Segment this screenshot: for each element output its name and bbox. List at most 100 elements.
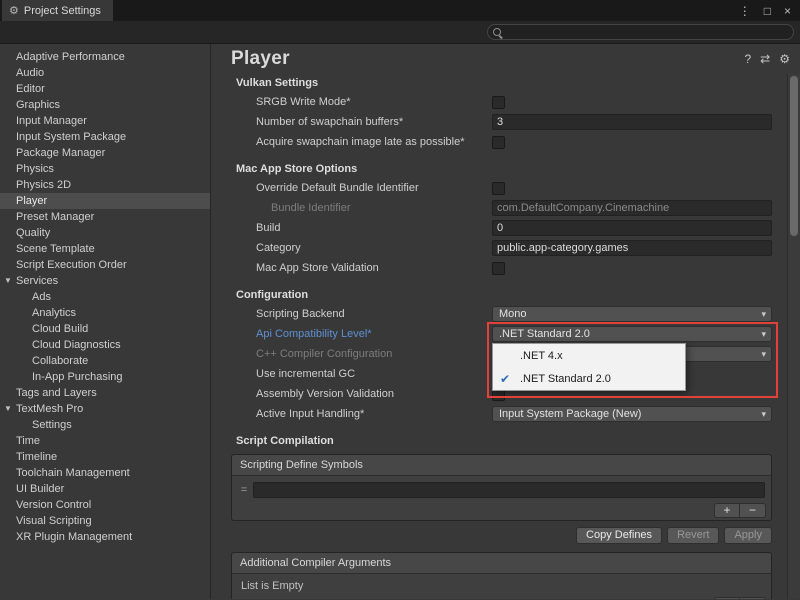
sidebar-item-adaptive-performance[interactable]: Adaptive Performance: [0, 49, 210, 65]
setting-label: Api Compatibility Level*: [256, 328, 492, 340]
sidebar-item-version-control[interactable]: Version Control: [0, 497, 210, 513]
preset-icon[interactable]: ⇄: [760, 52, 770, 66]
sidebar-item-cloud-diagnostics[interactable]: Cloud Diagnostics: [0, 337, 210, 353]
sidebar-item-ui-builder[interactable]: UI Builder: [0, 481, 210, 497]
setting-row-active-input-handling: Active Input Handling* Input System Pack…: [211, 404, 800, 424]
sidebar-item-graphics[interactable]: Graphics: [0, 97, 210, 113]
setting-row-mac-app-store-validation: Mac App Store Validation: [211, 258, 800, 278]
popup-item-net-4x[interactable]: .NET 4.x: [493, 344, 685, 367]
revert-button[interactable]: Revert: [667, 527, 719, 544]
section-header-configuration: Configuration: [211, 286, 800, 304]
sidebar-item-package-manager[interactable]: Package Manager: [0, 145, 210, 161]
gear-icon: ⚙: [9, 4, 19, 17]
tab-project-settings[interactable]: ⚙ Project Settings: [2, 0, 113, 21]
apply-button[interactable]: Apply: [724, 527, 772, 544]
settings-gear-icon[interactable]: ⚙: [779, 52, 790, 66]
titlebar: ⚙ Project Settings ⋮ □ ×: [0, 0, 800, 21]
scripting-define-symbols-header: Scripting Define Symbols: [232, 455, 771, 476]
sidebar-item-visual-scripting[interactable]: Visual Scripting: [0, 513, 210, 529]
vertical-scrollbar[interactable]: [787, 74, 800, 599]
tab-title: Project Settings: [24, 5, 101, 17]
add-define-button[interactable]: +: [714, 503, 740, 518]
check-icon: ✔: [493, 372, 520, 386]
dropdown-value: Mono: [499, 308, 527, 320]
scrollbar-thumb[interactable]: [790, 76, 798, 236]
help-icon[interactable]: ?: [744, 52, 751, 66]
sidebar-item-services[interactable]: ▼Services: [0, 273, 210, 289]
sidebar-item-quality[interactable]: Quality: [0, 225, 210, 241]
maximize-icon[interactable]: □: [764, 4, 771, 18]
remove-argument-button[interactable]: −: [740, 597, 766, 599]
add-argument-button[interactable]: +: [714, 597, 740, 599]
chevron-down-icon: ▾: [761, 328, 766, 341]
sidebar-item-analytics[interactable]: Analytics: [0, 305, 210, 321]
chevron-down-icon: ▾: [761, 348, 766, 361]
setting-row-acquire-swapchain-late: Acquire swapchain image late as possible…: [211, 132, 800, 152]
section-header-script-compilation: Script Compilation: [211, 432, 800, 450]
sidebar-item-input-manager[interactable]: Input Manager: [0, 113, 210, 129]
sidebar-item-cloud-build[interactable]: Cloud Build: [0, 321, 210, 337]
build-field[interactable]: 0: [492, 220, 772, 236]
srgb-write-mode-checkbox[interactable]: [492, 96, 505, 109]
sidebar-item-timeline[interactable]: Timeline: [0, 449, 210, 465]
search-icon: [493, 28, 501, 36]
sidebar-item-xr-plugin-management[interactable]: XR Plugin Management: [0, 529, 210, 545]
acquire-swapchain-late-checkbox[interactable]: [492, 136, 505, 149]
define-symbol-field[interactable]: [253, 482, 765, 498]
additional-compiler-arguments-box: Additional Compiler Arguments List is Em…: [231, 552, 772, 599]
page-title: Player: [231, 48, 290, 70]
sidebar-item-scene-template[interactable]: Scene Template: [0, 241, 210, 257]
popup-item-label: .NET Standard 2.0: [520, 373, 611, 385]
panel-header: Player ? ⇄ ⚙: [211, 44, 800, 74]
define-symbol-row: =: [238, 482, 765, 498]
foldout-open-icon[interactable]: ▼: [4, 401, 12, 417]
active-input-handling-dropdown[interactable]: Input System Package (New) ▾: [492, 406, 772, 422]
define-symbols-actions: Copy Defines Revert Apply: [231, 527, 772, 544]
setting-label: Scripting Backend: [256, 308, 492, 320]
sidebar-item-in-app-purchasing[interactable]: In-App Purchasing: [0, 369, 210, 385]
window-menu-icon[interactable]: ⋮: [739, 4, 751, 18]
sidebar-item-input-system-package[interactable]: Input System Package: [0, 129, 210, 145]
sidebar-item-toolchain-management[interactable]: Toolchain Management: [0, 465, 210, 481]
sidebar-item-physics-2d[interactable]: Physics 2D: [0, 177, 210, 193]
mac-app-store-validation-checkbox[interactable]: [492, 262, 505, 275]
sidebar-item-textmesh-pro[interactable]: ▼TextMesh Pro: [0, 401, 210, 417]
copy-defines-button[interactable]: Copy Defines: [576, 527, 662, 544]
setting-label: Active Input Handling*: [256, 408, 492, 420]
sidebar-item-ads[interactable]: Ads: [0, 289, 210, 305]
scripting-backend-dropdown[interactable]: Mono ▾: [492, 306, 772, 322]
setting-row-scripting-backend: Scripting Backend Mono ▾: [211, 304, 800, 324]
sidebar-item-tags-and-layers[interactable]: Tags and Layers: [0, 385, 210, 401]
chevron-down-icon: ▾: [761, 308, 766, 321]
sidebar-item-audio[interactable]: Audio: [0, 65, 210, 81]
setting-label: Override Default Bundle Identifier: [256, 182, 492, 194]
setting-row-bundle-identifier: Bundle Identifier com.DefaultCompany.Cin…: [211, 198, 800, 218]
close-icon[interactable]: ×: [784, 4, 791, 18]
sidebar-item-editor[interactable]: Editor: [0, 81, 210, 97]
sidebar-item-textmeshpro-settings[interactable]: Settings: [0, 417, 210, 433]
popup-item-net-standard-2-0[interactable]: ✔ .NET Standard 2.0: [493, 367, 685, 390]
setting-label: C++ Compiler Configuration: [256, 348, 492, 360]
bundle-identifier-field[interactable]: com.DefaultCompany.Cinemachine: [492, 200, 772, 216]
drag-handle-icon[interactable]: =: [238, 484, 250, 496]
api-compatibility-dropdown[interactable]: .NET Standard 2.0 ▾: [492, 326, 772, 342]
sidebar-item-preset-manager[interactable]: Preset Manager: [0, 209, 210, 225]
sidebar-item-script-execution-order[interactable]: Script Execution Order: [0, 257, 210, 273]
sidebar-item-collaborate[interactable]: Collaborate: [0, 353, 210, 369]
swapchain-buffers-field[interactable]: 3: [492, 114, 772, 130]
setting-row-api-compatibility-level: Api Compatibility Level* .NET Standard 2…: [211, 324, 800, 344]
list-footer: + −: [232, 502, 771, 520]
category-field[interactable]: public.app-category.games: [492, 240, 772, 256]
section-header-vulkan-settings: Vulkan Settings: [211, 74, 800, 92]
setting-label: Acquire swapchain image late as possible…: [256, 136, 492, 148]
search-input[interactable]: [487, 24, 794, 40]
setting-row-srgb-write-mode: SRGB Write Mode*: [211, 92, 800, 112]
foldout-open-icon[interactable]: ▼: [4, 273, 12, 289]
sidebar-item-time[interactable]: Time: [0, 433, 210, 449]
remove-define-button[interactable]: −: [740, 503, 766, 518]
sidebar-item-physics[interactable]: Physics: [0, 161, 210, 177]
sidebar-item-player[interactable]: Player: [0, 193, 210, 209]
setting-row-override-bundle-identifier: Override Default Bundle Identifier: [211, 178, 800, 198]
section-header-mac-app-store-options: Mac App Store Options: [211, 160, 800, 178]
override-bundle-identifier-checkbox[interactable]: [492, 182, 505, 195]
